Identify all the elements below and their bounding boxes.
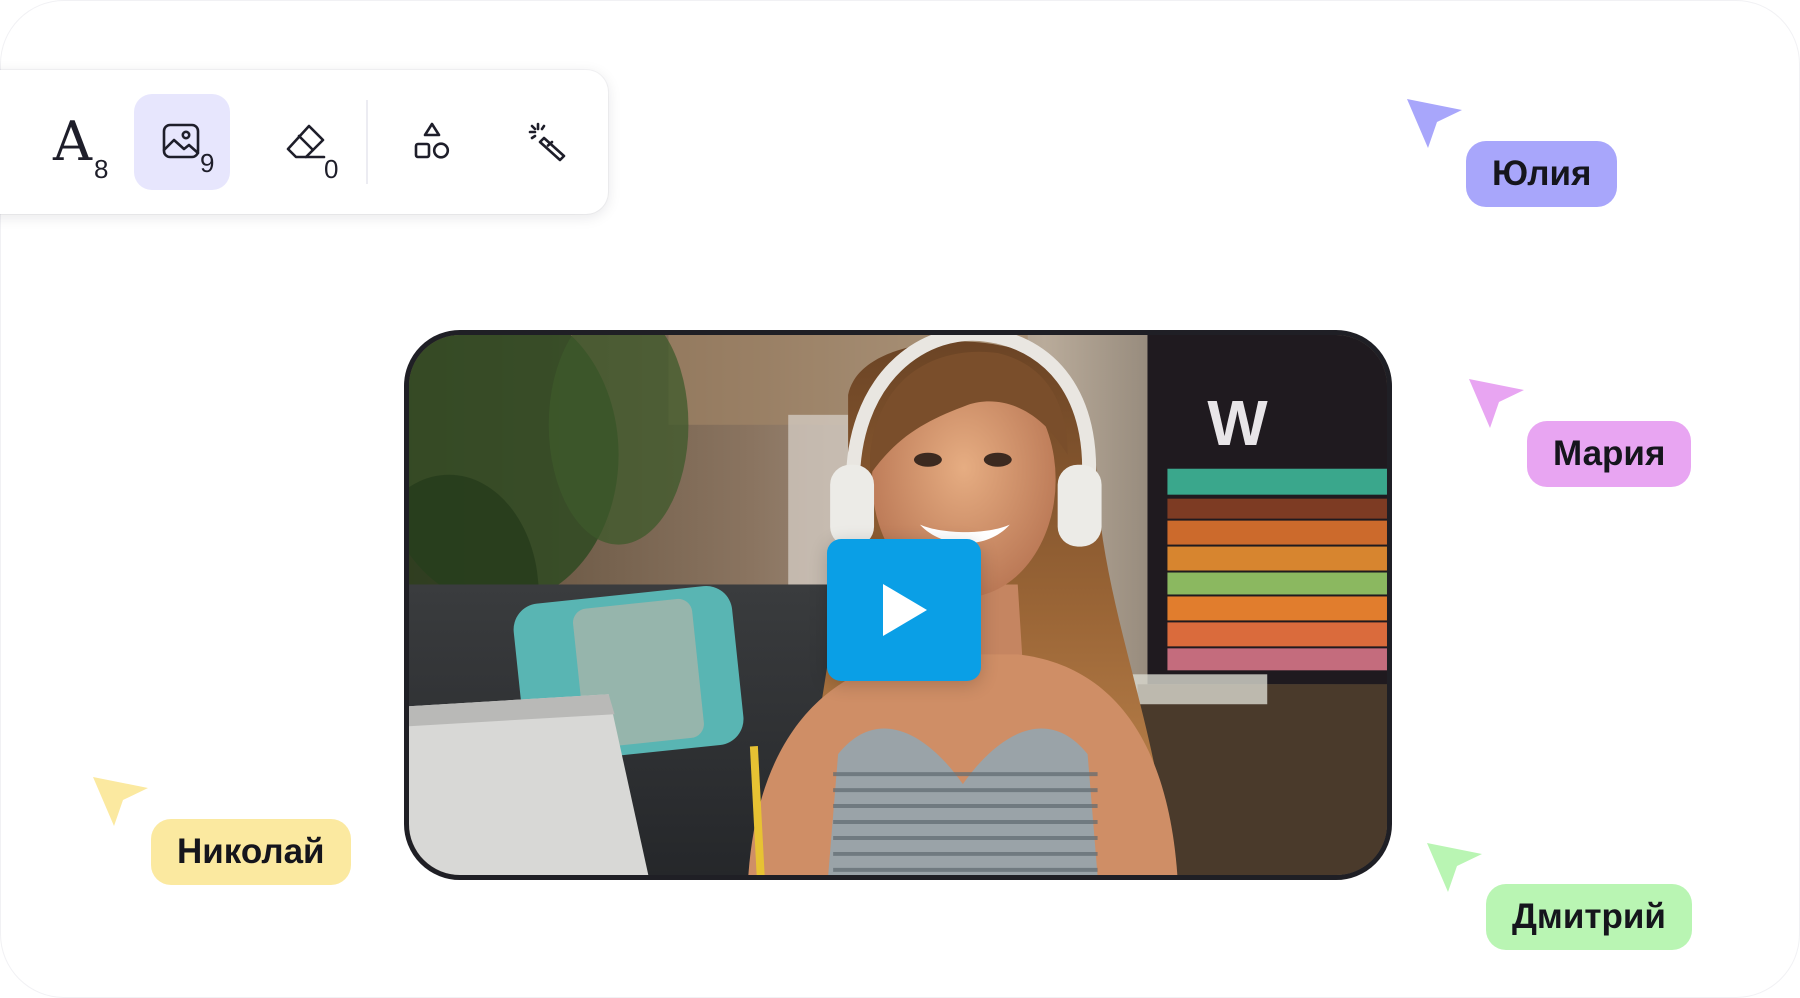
- play-icon: [883, 584, 927, 636]
- collaborator-name: Юлия: [1492, 154, 1592, 193]
- collaborator-name: Мария: [1553, 434, 1666, 473]
- collaborator-cursor-icon: [90, 774, 154, 838]
- board-canvas[interactable]: A 8 9 0 W Юлия Мария Николай Дмитрий: [0, 0, 1800, 998]
- image-tool-button[interactable]: 9: [134, 94, 230, 190]
- collaborator-tag-dmitry: Дмитрий: [1486, 884, 1692, 950]
- image-tool-count: 9: [200, 148, 215, 178]
- magic-wand-icon: [528, 122, 566, 162]
- toolbar: A 8 9 0: [0, 70, 608, 214]
- text-tool-count: 8: [94, 154, 109, 184]
- collaborator-name: Николай: [177, 832, 325, 871]
- text-tool-button[interactable]: A 8: [24, 94, 120, 190]
- collaborator-tag-nikolai: Николай: [151, 819, 351, 885]
- play-button[interactable]: [827, 539, 981, 681]
- eraser-tool-count: 0: [324, 154, 339, 184]
- shapes-icon: [414, 122, 450, 159]
- video-player[interactable]: W: [404, 330, 1392, 880]
- image-icon: [162, 123, 200, 159]
- eraser-tool-button[interactable]: 0: [258, 94, 354, 190]
- text-icon: A: [53, 110, 92, 173]
- shapes-tool-button[interactable]: [384, 94, 480, 190]
- eraser-icon: [286, 124, 326, 159]
- collaborator-tag-maria: Мария: [1527, 421, 1692, 487]
- collaborator-cursor-icon: [1466, 376, 1530, 440]
- toolbar-divider: [366, 100, 368, 184]
- collaborator-cursor-icon: [1424, 840, 1488, 904]
- magic-wand-tool-button[interactable]: [500, 94, 596, 190]
- collaborator-name: Дмитрий: [1512, 897, 1666, 936]
- collaborator-cursor-icon: [1404, 96, 1468, 160]
- svg-text:W: W: [1207, 387, 1268, 459]
- collaborator-tag-yulia: Юлия: [1466, 141, 1618, 207]
